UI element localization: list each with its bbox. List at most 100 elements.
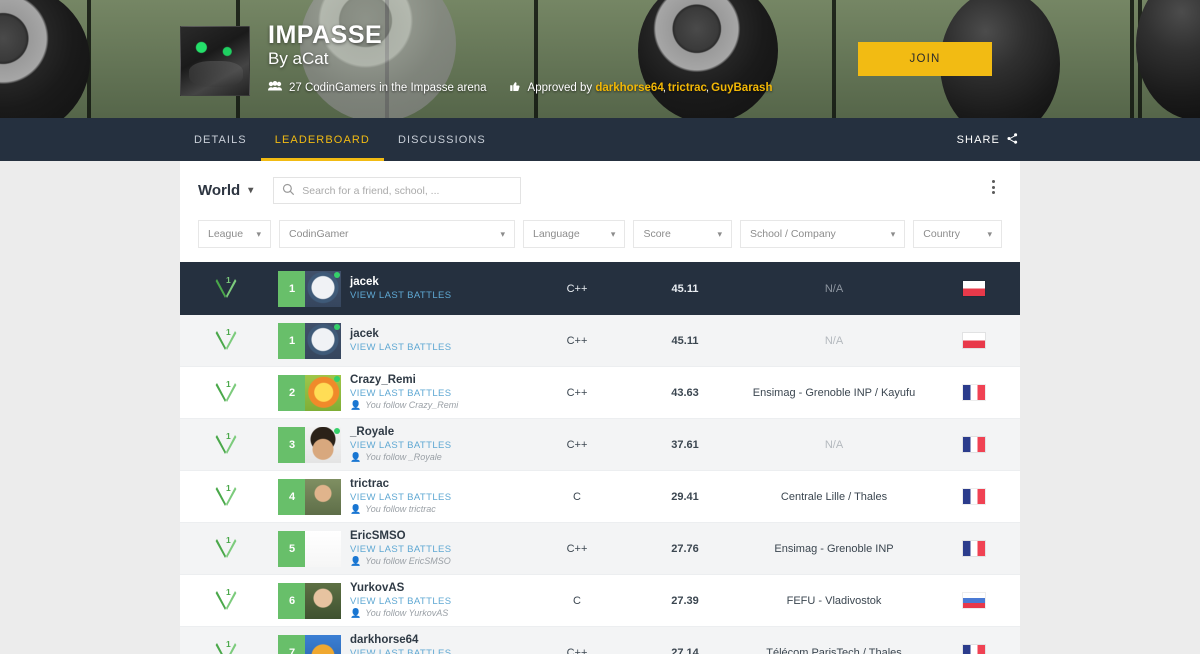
school-company-cell: Télécom ParisTech / Thales xyxy=(766,646,902,654)
avatar-trictrac xyxy=(305,478,341,515)
league-tier-number: 1 xyxy=(226,326,231,337)
player-name: _Royale xyxy=(350,426,395,439)
country-cell xyxy=(928,437,1020,452)
approver-link[interactable]: GuyBarash xyxy=(711,82,772,94)
avatar-darkhorse64 xyxy=(305,634,341,654)
players-count-text: 27 CodinGamers in the Impasse arena xyxy=(289,82,487,95)
chevron-down-icon: ▾ xyxy=(248,185,254,196)
player-name: YurkovAS xyxy=(350,582,405,595)
filter-country[interactable]: Country ▾ xyxy=(913,220,1002,248)
country-cell xyxy=(928,489,1020,504)
table-row[interactable]: 1 4 trictrac VIEW LAST BATTLES 👤 You fol… xyxy=(180,471,1020,523)
approved-by: Approved by darkhorse64, trictrac, GuyBa… xyxy=(509,80,772,96)
score-cell: 45.11 xyxy=(671,334,699,347)
leaderboard-toolbar: World ▾ League ▾ CodinGamer ▾ Language ▾ Sc… xyxy=(180,161,1020,262)
country-flag-russia xyxy=(963,593,985,608)
player-cell: 3 _Royale VIEW LAST BATTLES 👤 You follow… xyxy=(272,426,524,463)
avatar-crazy-remi xyxy=(305,374,341,411)
league-cell: 1 xyxy=(180,326,272,353)
filter-score[interactable]: Score ▾ xyxy=(633,220,732,248)
rank-badge: 7 xyxy=(278,634,306,654)
filter-label: School / Company xyxy=(749,228,836,240)
leaderboard-table: 1 1 jacek VIEW LAST BATTLES C++ 45.11 N/… xyxy=(180,262,1020,654)
view-last-battles-link[interactable]: VIEW LAST BATTLES xyxy=(350,648,459,654)
filter-label: League xyxy=(208,228,244,240)
league-badge-wood-icon: 1 xyxy=(213,431,239,457)
player-cell: 1 jacek VIEW LAST BATTLES xyxy=(272,322,524,359)
approved-label: Approved by xyxy=(527,82,593,95)
language-cell: C xyxy=(573,594,581,607)
table-row[interactable]: 1 1 jacek VIEW LAST BATTLES C++ 45.11 N/… xyxy=(180,315,1020,367)
leaderboard-row-current-user[interactable]: 1 1 jacek VIEW LAST BATTLES C++ 45.11 N/… xyxy=(180,262,1020,315)
follow-text: You follow trictrac xyxy=(365,504,436,515)
search-input[interactable] xyxy=(273,177,522,204)
view-last-battles-link[interactable]: VIEW LAST BATTLES xyxy=(350,290,451,301)
filter-school-company[interactable]: School / Company ▾ xyxy=(739,220,906,248)
tab-discussions[interactable]: DISCUSSIONS xyxy=(384,118,500,161)
score-cell: 43.63 xyxy=(671,386,699,399)
filter-language[interactable]: Language ▾ xyxy=(522,220,626,248)
view-last-battles-link[interactable]: VIEW LAST BATTLES xyxy=(350,342,451,353)
league-tier-number: 1 xyxy=(226,638,231,649)
rank-badge: 4 xyxy=(278,478,306,515)
filter-codingamer[interactable]: CodinGamer ▾ xyxy=(279,220,515,248)
country-flag-france xyxy=(963,541,985,556)
language-cell: C++ xyxy=(566,334,588,347)
country-flag-poland xyxy=(963,333,985,348)
filter-label: CodinGamer xyxy=(289,228,349,240)
share-label: SHARE xyxy=(956,133,1000,146)
table-row[interactable]: 1 6 YurkovAS VIEW LAST BATTLES 👤 You fol… xyxy=(180,575,1020,627)
rank-badge: 1 xyxy=(278,270,306,307)
follow-text: You follow Crazy_Remi xyxy=(365,400,459,411)
avatar-jacek xyxy=(305,322,341,359)
country-flag-france xyxy=(963,645,985,654)
person-icon: 👤 xyxy=(350,608,362,619)
view-last-battles-link[interactable]: VIEW LAST BATTLES xyxy=(350,492,451,503)
league-badge-wood-icon: 1 xyxy=(213,275,239,301)
view-last-battles-link[interactable]: VIEW LAST BATTLES xyxy=(350,596,451,607)
share-button[interactable]: SHARE xyxy=(956,132,1020,147)
view-last-battles-link[interactable]: VIEW LAST BATTLES xyxy=(350,544,451,555)
player-cell: 5 EricSMSO VIEW LAST BATTLES 👤 You follo… xyxy=(272,530,524,567)
country-cell xyxy=(928,645,1020,654)
online-status-dot xyxy=(334,323,340,330)
scope-selector[interactable]: World ▾ xyxy=(198,182,253,199)
country-flag-poland xyxy=(963,281,985,296)
score-cell: 27.14 xyxy=(671,646,699,654)
online-status-dot xyxy=(334,427,340,434)
league-cell: 1 xyxy=(180,275,272,301)
league-tier-number: 1 xyxy=(226,482,231,493)
league-badge-wood-icon: 1 xyxy=(213,482,239,509)
table-row[interactable]: 1 3 _Royale VIEW LAST BATTLES 👤 You foll… xyxy=(180,419,1020,471)
more-vertical-icon[interactable] xyxy=(984,177,1002,197)
language-cell: C++ xyxy=(566,542,588,555)
score-cell: 29.41 xyxy=(671,490,699,503)
school-company-cell: N/A xyxy=(824,438,844,451)
league-badge-wood-icon: 1 xyxy=(213,379,239,405)
table-row[interactable]: 1 5 EricSMSO VIEW LAST BATTLES 👤 You fol… xyxy=(180,523,1020,575)
school-company-cell: N/A xyxy=(824,282,844,295)
filter-label: Country xyxy=(923,228,961,240)
view-last-battles-link[interactable]: VIEW LAST BATTLES xyxy=(350,388,458,399)
league-badge-wood-icon: 1 xyxy=(213,535,239,561)
person-icon: 👤 xyxy=(350,504,362,515)
view-last-battles-link[interactable]: VIEW LAST BATTLES xyxy=(350,440,451,451)
player-name: EricSMSO xyxy=(350,530,406,543)
game-author: By aCat xyxy=(268,49,329,69)
language-cell: C++ xyxy=(566,646,588,654)
follow-text: You follow EricSMSO xyxy=(365,556,451,567)
game-navbar: DETAILS LEADERBOARD DISCUSSIONS SHARE xyxy=(0,118,1200,161)
leaderboard-panel: World ▾ League ▾ CodinGamer ▾ Language ▾ Sc… xyxy=(180,161,1020,654)
approver-link[interactable]: darkhorse64 xyxy=(595,82,663,94)
join-button[interactable]: JOIN xyxy=(858,42,992,76)
table-row[interactable]: 1 7 darkhorse64 VIEW LAST BATTLES 👤 You … xyxy=(180,627,1020,654)
approver-link[interactable]: trictrac xyxy=(668,82,707,94)
table-row[interactable]: 1 2 Crazy_Remi VIEW LAST BATTLES 👤 You f… xyxy=(180,367,1020,419)
rank-badge: 2 xyxy=(278,374,306,411)
filter-league[interactable]: League ▾ xyxy=(198,220,272,248)
player-name: Crazy_Remi xyxy=(350,374,416,387)
tab-leaderboard[interactable]: LEADERBOARD xyxy=(260,118,385,161)
player-name: trictrac xyxy=(350,478,389,491)
score-cell: 37.61 xyxy=(671,438,699,451)
tab-details[interactable]: DETAILS xyxy=(180,118,261,161)
